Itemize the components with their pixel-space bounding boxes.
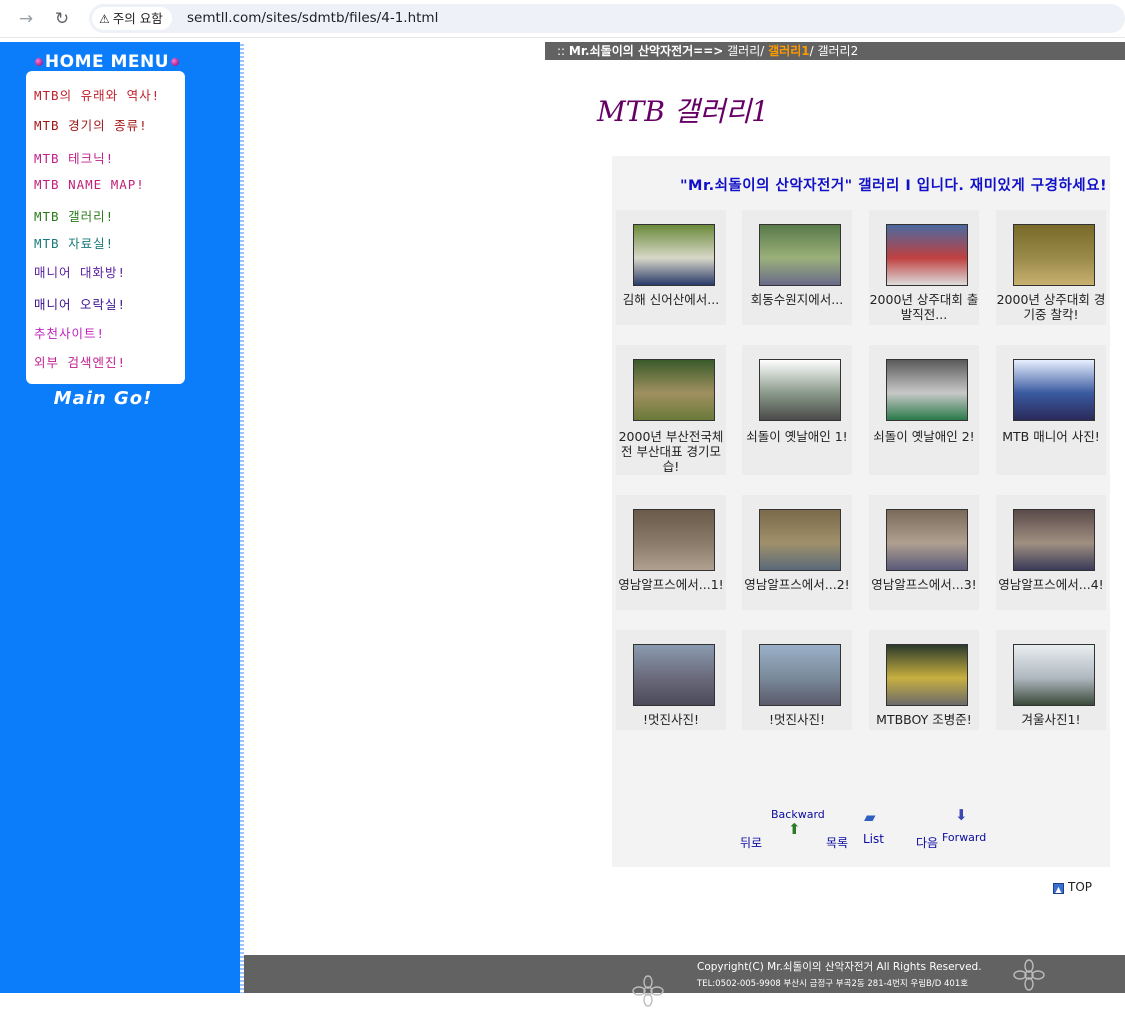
photo-mountain-road-icon[interactable] (633, 509, 715, 571)
sidebar-menu-item[interactable]: MTB NAME MAP! (34, 177, 145, 192)
breadcrumb-prefix: :: (557, 44, 569, 58)
up-arrow-icon[interactable]: ⬆ (788, 822, 801, 837)
gallery-caption[interactable]: 겨울사진1! (996, 712, 1106, 727)
flower-ornament-icon (632, 975, 664, 1007)
sidebar-menu-item[interactable]: 매니어 대화방! (34, 262, 126, 281)
folder-icon[interactable]: ▰ (864, 810, 876, 825)
warning-icon: ⚠ (99, 12, 110, 26)
sidebar-menu-item[interactable]: MTB 경기의 종류! (34, 115, 148, 134)
gallery-item[interactable]: 영남알프스에서...1! (616, 495, 726, 610)
breadcrumb-current[interactable]: 갤러리1 (768, 44, 809, 58)
photo-group-pose-icon[interactable] (1013, 509, 1095, 571)
main-go-link[interactable]: Main Go! (28, 388, 178, 409)
gallery-item[interactable]: 겨울사진1! (996, 630, 1106, 730)
gallery-caption[interactable]: MTBBOY 조병준! (869, 712, 979, 727)
photo-winter-icon[interactable] (1013, 644, 1095, 706)
security-label: 주의 요함 (112, 11, 163, 26)
gallery-item[interactable]: 회동수원지에서... (742, 210, 852, 325)
home-menu-label: HOME MENU (44, 52, 170, 72)
sidebar-menu-item[interactable]: 추천사이트! (34, 323, 105, 342)
gallery-item[interactable]: 2000년 부산전국체전 부산대표 경기모습! (616, 345, 726, 475)
browser-toolbar: → ↻ ⚠ 주의 요함 semtll.com/sites/sdmtb/files/… (0, 0, 1125, 38)
gallery-caption[interactable]: 회동수원지에서... (742, 292, 852, 307)
gallery-item[interactable]: !멋진사진! (742, 630, 852, 730)
back-arrow-icon[interactable]: → (13, 6, 39, 32)
gallery-caption[interactable]: 2000년 부산전국체전 부산대표 경기모습! (616, 429, 726, 474)
back-link[interactable]: 뒤로 (740, 834, 762, 851)
photo-collage-icon[interactable] (759, 224, 841, 286)
gallery-caption[interactable]: 쇠돌이 옛날애인 1! (742, 429, 852, 444)
list-kor-link[interactable]: 목록 (826, 834, 848, 851)
gallery-item[interactable]: MTBBOY 조병준! (869, 630, 979, 730)
breadcrumb: :: Mr.쇠돌이의 산악자전거==> 갤러리/ 갤러리1/ 갤러리2 (545, 42, 1125, 60)
gallery-item[interactable]: MTB 매니어 사진! (996, 345, 1106, 475)
gallery-caption[interactable]: 쇠돌이 옛날애인 2! (869, 429, 979, 444)
photo-trail-icon[interactable] (1013, 224, 1095, 286)
gallery-panel: "Mr.쇠돌이의 산악자전거" 갤러리 I 입니다. 재미있게 구경하세요! 김… (612, 156, 1110, 867)
top-link[interactable]: ▲ TOP (1053, 880, 1092, 894)
arrow-up-icon: ▲ (1053, 883, 1064, 894)
photo-forest-ride-icon[interactable] (633, 359, 715, 421)
gallery-caption[interactable]: 김해 신어산에서... (616, 292, 726, 307)
gallery-item[interactable]: !멋진사진! (616, 630, 726, 730)
photo-race-start-icon[interactable] (886, 224, 968, 286)
footer: Copyright(C) Mr.쇠돌이의 산악자전거 All Rights Re… (244, 955, 1125, 1007)
list-link[interactable]: List (863, 832, 884, 846)
gallery-caption[interactable]: MTB 매니어 사진! (996, 429, 1106, 444)
forward-link[interactable]: Forward (942, 831, 986, 844)
gallery-item[interactable]: 영남알프스에서...4! (996, 495, 1106, 610)
photo-group-field-icon[interactable] (886, 509, 968, 571)
gallery-item[interactable]: 2000년 상주대회 경기중 찰칵! (996, 210, 1106, 325)
bullet-icon (34, 58, 43, 66)
gallery-item[interactable]: 쇠돌이 옛날애인 2! (869, 345, 979, 475)
top-label: TOP (1068, 880, 1093, 894)
photo-landscape-2-icon[interactable] (759, 644, 841, 706)
url-text[interactable]: semtll.com/sites/sdmtb/files/4-1.html (187, 4, 438, 33)
gallery-item[interactable]: 영남알프스에서...3! (869, 495, 979, 610)
address-bar[interactable]: ⚠ 주의 요함 semtll.com/sites/sdmtb/files/4-1.… (89, 4, 1125, 33)
photo-rider-portrait-icon[interactable] (1013, 359, 1095, 421)
down-arrow-icon[interactable]: ⬇ (955, 808, 968, 823)
gallery-item[interactable]: 영남알프스에서...2! (742, 495, 852, 610)
photo-mtbboy-icon[interactable] (886, 644, 968, 706)
footer-address: TEL:0502-005-9908 부산시 금정구 부곡2동 281-4번지 우… (697, 979, 969, 989)
sidebar-menu-item[interactable]: MTB 자료실! (34, 233, 114, 252)
sidebar-menu-item[interactable]: MTB 갤러리! (34, 206, 114, 225)
sidebar-menu-item[interactable]: MTB 테크닉! (34, 148, 114, 167)
photo-landscape-1-icon[interactable] (633, 644, 715, 706)
marquee-text: "Mr.쇠돌이의 산악자전거" 갤러리 I 입니다. 재미있게 구경하세요! (680, 178, 1108, 194)
page-title: MTB 갤러리1 (597, 95, 769, 128)
photo-bike-2-icon[interactable] (886, 359, 968, 421)
sidebar-menu-item[interactable]: 외부 검색엔진! (34, 352, 126, 371)
gallery-caption[interactable]: 영남알프스에서...3! (869, 577, 979, 592)
gallery-item[interactable]: 2000년 상주대회 출발직전... (869, 210, 979, 325)
gallery-caption[interactable]: 영남알프스에서...2! (742, 577, 852, 592)
gallery-caption[interactable]: !멋진사진! (742, 712, 852, 727)
gallery-item[interactable]: 김해 신어산에서... (616, 210, 726, 325)
gallery-caption[interactable]: !멋진사진! (616, 712, 726, 727)
gallery-caption[interactable]: 영남알프스에서...4! (996, 577, 1106, 592)
gallery-item[interactable]: 쇠돌이 옛날애인 1! (742, 345, 852, 475)
flower-ornament-icon (1013, 959, 1045, 991)
gallery-caption[interactable]: 2000년 상주대회 경기중 찰칵! (996, 292, 1106, 322)
home-menu-title: HOME MENU (28, 52, 186, 72)
footer-copyright: Copyright(C) Mr.쇠돌이의 산악자전거 All Rights Re… (697, 961, 982, 973)
photo-grass-ride-icon[interactable] (759, 509, 841, 571)
photo-group-bikes-icon[interactable] (633, 224, 715, 286)
sidebar-menu-item[interactable]: MTB의 유래와 역사! (34, 85, 160, 104)
breadcrumb-gallery2[interactable]: / 갤러리2 (810, 44, 859, 58)
bullet-icon (171, 58, 180, 66)
photo-bike-1-icon[interactable] (759, 359, 841, 421)
breadcrumb-gallery[interactable]: 갤러리/ (723, 44, 768, 58)
sidebar-menu-item[interactable]: 매니어 오락실! (34, 294, 126, 313)
breadcrumb-site[interactable]: Mr.쇠돌이의 산악자전거==> (569, 44, 723, 58)
next-link[interactable]: 다음 (916, 834, 938, 851)
security-chip[interactable]: ⚠ 주의 요함 (92, 7, 172, 30)
gallery-caption[interactable]: 영남알프스에서...1! (616, 577, 726, 592)
reload-icon[interactable]: ↻ (49, 6, 75, 32)
gallery-caption[interactable]: 2000년 상주대회 출발직전... (869, 292, 979, 322)
sidebar-divider (240, 42, 244, 993)
